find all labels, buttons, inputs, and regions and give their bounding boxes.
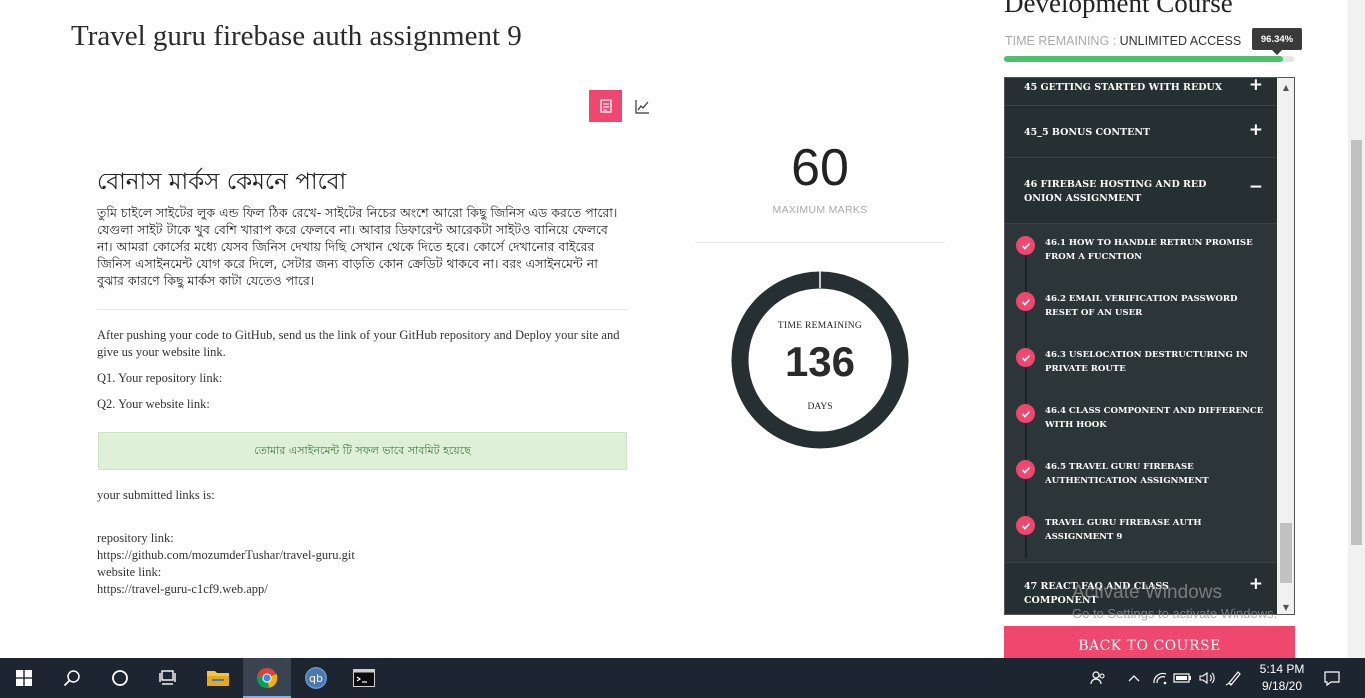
- time-remaining-unit: DAYS: [807, 402, 833, 412]
- task-view-icon: [159, 670, 176, 685]
- timeline-line: [1025, 238, 1027, 558]
- bonus-heading: বোনাস মার্কস কেমনে পাবো: [97, 169, 347, 195]
- lesson-list: 46.1 HOW TO HANDLE RETRUN PROMISE FROM A…: [1005, 224, 1277, 562]
- time-remaining-label: TIME REMAINING :: [1005, 34, 1117, 48]
- task-view-button[interactable]: [144, 658, 192, 698]
- submission-instructions: After pushing your code to GitHub, send …: [97, 328, 620, 359]
- system-clock[interactable]: 5:14 PM 9/18/20: [1254, 661, 1310, 695]
- submission-success-alert: তোমার এসাইনমেন্ট টি সফল ভাবে সাবমিট হয়ে…: [98, 432, 627, 470]
- windows-taskbar: qb 5:14 PM 9/18/20: [0, 658, 1365, 698]
- maximum-marks-label: MAXIMUM MARKS: [772, 204, 868, 216]
- scroll-thumb[interactable]: [1280, 523, 1292, 583]
- time-remaining-value: 136: [784, 338, 856, 385]
- module-title: 46 FIREBASE HOSTING AND RED ONION ASSIGN…: [1024, 179, 1207, 204]
- website-link-label: website link:: [97, 565, 162, 579]
- pen-ink-icon[interactable]: [1224, 668, 1244, 688]
- chart-view-button[interactable]: [634, 98, 650, 114]
- divider: [97, 309, 627, 310]
- module-list-content: 45 GETTING STARTED WITH REDUX + 45_5 BON…: [1005, 78, 1277, 614]
- course-title: Development Course: [1004, 0, 1233, 18]
- scroll-up-arrow-icon[interactable]: ▲: [1277, 79, 1294, 95]
- lesson-title: 46.1 HOW TO HANDLE RETRUN PROMISE FROM A…: [1045, 238, 1253, 262]
- qbittorrent-icon: qb: [305, 667, 327, 689]
- document-view-button[interactable]: [589, 90, 622, 122]
- wifi-icon[interactable]: [1150, 668, 1170, 688]
- view-toggle: [589, 90, 650, 122]
- file-explorer-button[interactable]: [194, 658, 242, 698]
- maximum-marks-value: 60: [791, 139, 849, 197]
- lesson-title: 46.3 USELOCATION DESTRUCTURING IN PRIVAT…: [1045, 350, 1248, 374]
- show-hidden-icons-chevron-icon[interactable]: [1124, 668, 1144, 688]
- question-repository: Q1. Your repository link:: [97, 371, 223, 385]
- clock-time: 5:14 PM: [1259, 662, 1305, 676]
- module-header[interactable]: 46 FIREBASE HOSTING AND RED ONION ASSIGN…: [1005, 159, 1277, 224]
- page-scroll-thumb[interactable]: [1351, 140, 1362, 545]
- completed-check-icon: [1016, 460, 1035, 479]
- course-progress-bar: [1004, 56, 1294, 62]
- windows-logo-icon: [16, 670, 32, 686]
- module-header[interactable]: 45 GETTING STARTED WITH REDUX +: [1005, 78, 1277, 106]
- completed-check-icon: [1016, 516, 1035, 535]
- document-icon: [599, 99, 612, 113]
- people-icon[interactable]: [1088, 668, 1108, 688]
- course-time-remaining: TIME REMAINING : UNLIMITED ACCESS: [1005, 34, 1241, 48]
- completed-check-icon: [1016, 236, 1035, 255]
- time-remaining-label: TIME REMAINING: [777, 321, 863, 331]
- time-remaining-value: UNLIMITED ACCESS: [1119, 34, 1242, 48]
- repository-link-label: repository link:: [97, 531, 174, 545]
- module-title: 45 GETTING STARTED WITH REDUX: [1024, 82, 1223, 93]
- completed-check-icon: [1016, 348, 1035, 367]
- chart-icon: [634, 99, 649, 114]
- module-list-scrollbar[interactable]: ▲ ▼: [1277, 78, 1294, 614]
- qbittorrent-taskbar-button[interactable]: qb: [292, 658, 340, 698]
- chrome-icon: [256, 668, 278, 689]
- lesson-title: 46.2 EMAIL VERIFICATION PASSWORD RESET O…: [1045, 294, 1238, 318]
- submitted-links-label: your submitted links is:: [97, 488, 215, 502]
- progress-tooltip: 96.34%: [1252, 28, 1302, 55]
- lesson-title: TRAVEL GURU FIREBASE AUTH ASSIGNMENT 9: [1045, 518, 1202, 542]
- completed-check-icon: [1016, 292, 1035, 311]
- svg-text:qb: qb: [309, 672, 323, 685]
- completed-check-icon: [1016, 404, 1035, 423]
- lesson-title: 46.4 CLASS COMPONENT AND DIFFERENCE WITH…: [1045, 406, 1264, 430]
- search-icon: [63, 670, 80, 687]
- activate-windows-watermark: Activate Windows: [1072, 582, 1222, 603]
- volume-icon[interactable]: [1197, 668, 1217, 688]
- course-progress-fill: [1004, 56, 1284, 62]
- cortana-button[interactable]: [96, 658, 144, 698]
- terminal-icon: [353, 669, 375, 687]
- page-scrollbar[interactable]: [1348, 0, 1365, 658]
- expand-plus-icon[interactable]: +: [1249, 78, 1263, 95]
- page-title: Travel guru firebase auth assignment 9: [71, 20, 522, 52]
- module-header[interactable]: 45_5 BONUS CONTENT +: [1005, 108, 1277, 158]
- success-message: তোমার এসাইনমেন্ট টি সফল ভাবে সাবমিট হয়ে…: [254, 443, 471, 457]
- notifications-icon[interactable]: [1322, 668, 1342, 688]
- battery-icon[interactable]: [1173, 668, 1193, 688]
- expand-plus-icon[interactable]: +: [1249, 120, 1263, 140]
- bonus-description: তুমি চাইলে সাইটের লুক এন্ড ফিল ঠিক রেখে-…: [97, 205, 618, 288]
- repository-link[interactable]: https://github.com/mozumderTushar/travel…: [97, 547, 632, 564]
- folder-icon: [207, 671, 229, 686]
- module-list[interactable]: 45 GETTING STARTED WITH REDUX + 45_5 BON…: [1004, 77, 1295, 615]
- collapse-minus-icon[interactable]: −: [1249, 177, 1263, 197]
- lesson-title: 46.5 TRAVEL GURU FIREBASE AUTHENTICATION…: [1045, 462, 1209, 486]
- cortana-circle-icon: [112, 670, 128, 686]
- terminal-taskbar-button[interactable]: [340, 658, 388, 698]
- website-link[interactable]: https://travel-guru-c1cf9.web.app/: [97, 581, 632, 598]
- search-button[interactable]: [48, 658, 96, 698]
- activate-windows-subtext: Go to Settings to activate Windows.: [1072, 606, 1278, 621]
- chrome-taskbar-button[interactable]: [243, 658, 291, 698]
- start-button[interactable]: [0, 658, 48, 698]
- question-website: Q2. Your website link:: [97, 397, 210, 411]
- divider: [695, 242, 945, 243]
- expand-plus-icon[interactable]: +: [1249, 574, 1263, 594]
- clock-date: 9/18/20: [1261, 679, 1303, 693]
- scroll-down-arrow-icon[interactable]: ▼: [1277, 599, 1294, 614]
- module-title: 45_5 BONUS CONTENT: [1024, 127, 1151, 138]
